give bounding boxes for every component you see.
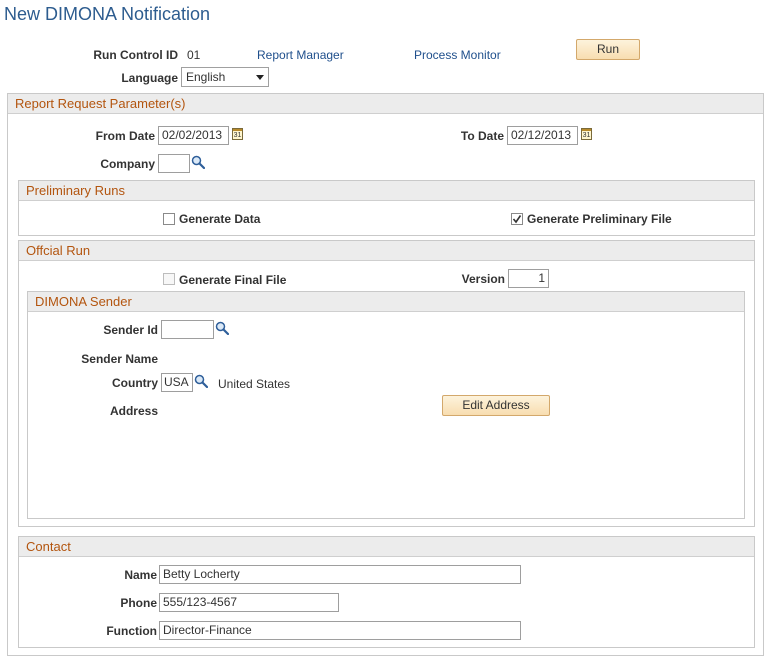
generate-data-label: Generate Data <box>179 212 261 226</box>
address-label: Address <box>109 404 158 418</box>
dimona-sender-header: DIMONA Sender <box>28 292 744 312</box>
contact-name-label: Name <box>124 568 157 582</box>
report-manager-link[interactable]: Report Manager <box>257 48 344 62</box>
contact-phone-label: Phone <box>120 596 157 610</box>
country-label: Country <box>112 376 158 390</box>
to-date-label: To Date <box>460 129 504 143</box>
version-label: Version <box>461 272 505 286</box>
sender-id-label: Sender Id <box>103 323 158 337</box>
preliminary-runs-group: Preliminary Runs <box>18 180 755 236</box>
company-label: Company <box>100 157 155 171</box>
checkmark-icon <box>512 215 522 224</box>
generate-final-file-checkbox[interactable] <box>163 273 175 285</box>
contact-function-input[interactable]: Director-Finance <box>159 621 521 640</box>
run-button[interactable]: Run <box>576 39 640 60</box>
edit-address-button[interactable]: Edit Address <box>442 395 550 416</box>
generate-data-checkbox[interactable] <box>163 213 175 225</box>
process-monitor-link[interactable]: Process Monitor <box>414 48 501 62</box>
language-selected-value: English <box>186 70 226 84</box>
run-control-id-value: 01 <box>187 48 201 62</box>
calendar-icon[interactable]: 31 <box>232 128 243 140</box>
magnifier-lookup-icon[interactable] <box>215 321 229 335</box>
contact-phone-input[interactable]: 555/123-4567 <box>159 593 339 612</box>
magnifier-lookup-icon[interactable] <box>191 155 205 169</box>
version-input[interactable]: 1 <box>508 269 549 288</box>
contact-name-input[interactable]: Betty Locherty <box>159 565 521 584</box>
report-request-parameters-header: Report Request Parameter(s) <box>8 94 763 114</box>
language-label: Language <box>121 71 178 85</box>
page-title: New DIMONA Notification <box>4 4 211 24</box>
company-input[interactable] <box>158 154 190 173</box>
contact-function-label: Function <box>106 624 157 638</box>
sender-id-input[interactable] <box>161 320 214 339</box>
run-control-id-label: Run Control ID <box>93 48 178 62</box>
sender-name-label: Sender Name <box>81 352 158 366</box>
generate-preliminary-file-checkbox[interactable] <box>511 213 523 225</box>
preliminary-runs-header: Preliminary Runs <box>19 181 754 201</box>
country-description: United States <box>218 377 291 391</box>
to-date-input[interactable]: 02/12/2013 <box>507 126 578 145</box>
calendar-icon[interactable]: 31 <box>581 128 592 140</box>
magnifier-lookup-icon[interactable] <box>194 374 208 388</box>
chevron-down-icon <box>256 75 264 80</box>
generate-final-file-label: Generate Final File <box>179 273 287 287</box>
from-date-input[interactable]: 02/02/2013 <box>158 126 229 145</box>
contact-header: Contact <box>19 537 754 557</box>
from-date-label: From Date <box>95 129 155 143</box>
country-input[interactable]: USA <box>161 373 193 392</box>
generate-preliminary-file-label: Generate Preliminary File <box>527 212 672 226</box>
official-run-header: Offcial Run <box>19 241 754 261</box>
language-select[interactable]: English <box>181 67 269 87</box>
